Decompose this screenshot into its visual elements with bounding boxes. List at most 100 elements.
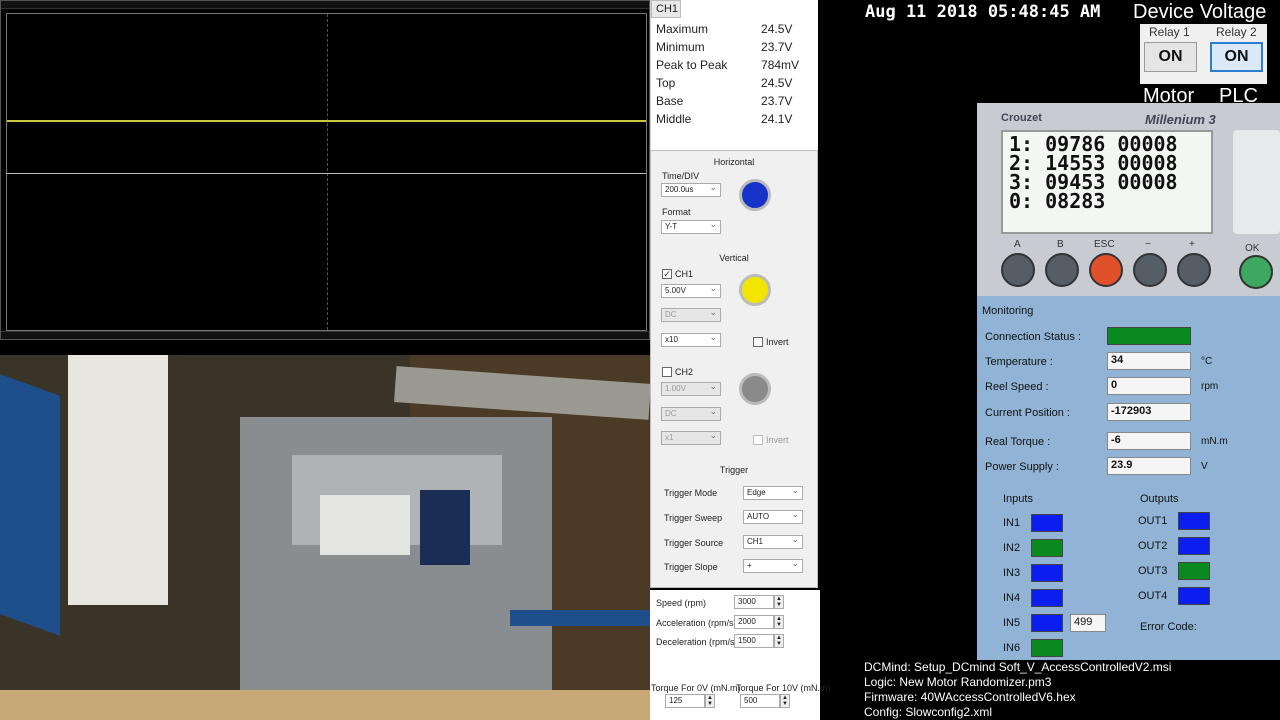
measurement-label: Maximum: [656, 22, 709, 36]
relay1-toggle-button[interactable]: ON: [1144, 42, 1197, 72]
measurement-row: Top 24.5V: [651, 74, 818, 92]
format-select[interactable]: Y-T: [661, 219, 721, 234]
input-label: IN3: [1003, 567, 1021, 579]
plc-brand: Crouzet: [1001, 112, 1042, 124]
measurement-label: Middle: [656, 112, 692, 126]
plc-btn-label-plus: +: [1189, 239, 1195, 250]
scope-control-panel: Horizontal Time/DIV 200.0us Format Y-T V…: [650, 150, 818, 588]
plc-button-a[interactable]: [1001, 253, 1035, 287]
info-logic: Logic: New Motor Randomizer.pm3: [864, 675, 1052, 689]
speed-spinner[interactable]: ▲ ▼: [774, 595, 784, 609]
measurement-label: Peak to Peak: [656, 58, 728, 72]
ch2-probe-select[interactable]: x1: [661, 430, 721, 445]
plc-button-minus[interactable]: [1133, 253, 1167, 287]
deceleration-label: Deceleration (rpm/s): [656, 637, 738, 647]
timediv-select[interactable]: 200.0us: [661, 182, 721, 197]
input-label: IN6: [1003, 642, 1021, 654]
measurement-value: 784mV: [761, 58, 800, 72]
lcd-line-4: 0: 08283: [1009, 189, 1106, 213]
ch2-knob[interactable]: [739, 373, 771, 405]
ch2-coupling-select[interactable]: DC: [661, 406, 721, 421]
ch1-knob[interactable]: [739, 274, 771, 306]
output-label: OUT2: [1138, 540, 1168, 552]
vertical-title: Vertical: [719, 253, 749, 263]
output-indicator: [1178, 512, 1210, 530]
measurements-channel: CH1: [651, 0, 681, 18]
reel-speed-label: Reel Speed :: [985, 381, 1049, 393]
plc-btn-label-ok: OK: [1245, 243, 1260, 254]
plc-btn-label-minus: −: [1145, 239, 1151, 250]
plc-btn-label-esc: ESC: [1094, 239, 1115, 250]
measurement-row: Maximum 24.5V: [651, 20, 818, 38]
ch1-label: CH1: [675, 269, 694, 279]
input-label: IN2: [1003, 542, 1021, 554]
position-value: -172903: [1107, 403, 1191, 421]
reel-speed-value: 0: [1107, 377, 1191, 395]
output-indicator: [1178, 537, 1210, 555]
trigger-source-label: Trigger Source: [664, 538, 724, 548]
input-indicator: [1031, 514, 1063, 532]
plc-button-b[interactable]: [1045, 253, 1079, 287]
torque10-spinner[interactable]: ▲ ▼: [780, 694, 790, 708]
scope-top-bar: [1, 1, 649, 9]
torque0-spinner[interactable]: ▲ ▼: [705, 694, 715, 708]
temperature-value: 34: [1107, 352, 1191, 370]
ch1-trace: [7, 120, 646, 122]
blue-rail-left: [0, 374, 60, 636]
temperature-label: Temperature :: [985, 356, 1053, 368]
torque0-input[interactable]: 125: [665, 694, 705, 708]
ch1-volt-select[interactable]: 5.00V: [661, 283, 721, 298]
camera-feed: [0, 355, 650, 720]
device-voltage-title: Device Voltage: [1133, 1, 1267, 23]
ch2-invert-checkbox[interactable]: [753, 435, 763, 445]
trigger-title: Trigger: [719, 465, 749, 475]
ch2-checkbox[interactable]: [662, 367, 672, 377]
measurement-label: Top: [656, 76, 676, 90]
acceleration-input[interactable]: 2000: [734, 615, 774, 629]
output-indicator: [1178, 587, 1210, 605]
plc-button-plus[interactable]: [1177, 253, 1211, 287]
trigger-slope-select[interactable]: +: [743, 558, 803, 573]
horizontal-knob[interactable]: [739, 179, 771, 211]
input-indicator: [1031, 614, 1063, 632]
plc-side-panel: [1233, 130, 1280, 234]
plc-button-ok[interactable]: [1239, 255, 1273, 289]
trigger-mode-label: Trigger Mode: [664, 488, 718, 498]
torque0-label: Torque For 0V (mN.m): [651, 683, 741, 693]
torque10-input[interactable]: 500: [740, 694, 780, 708]
plc-button-esc[interactable]: [1089, 253, 1123, 287]
screen: CH1 Maximum 24.5V Minimum 23.7V Peak to Peak…: [0, 0, 1280, 720]
ch1-coupling-select[interactable]: DC: [661, 307, 721, 322]
trigger-source-select[interactable]: CH1: [743, 534, 803, 549]
relay2-toggle-button[interactable]: ON: [1210, 42, 1263, 72]
position-label: Current Position :: [985, 407, 1070, 419]
deceleration-spinner[interactable]: ▲ ▼: [774, 634, 784, 648]
torque10-label: Torque For 10V (mN.m): [736, 683, 831, 693]
measurement-value: 24.5V: [761, 22, 793, 36]
output-indicator: [1178, 562, 1210, 580]
power-label: Power Supply :: [985, 461, 1059, 473]
output-label: OUT3: [1138, 565, 1168, 577]
info-firmware: Firmware: 40WAccessControlledV6.hex: [864, 690, 1076, 704]
trigger-sweep-select[interactable]: AUTO: [743, 509, 803, 524]
plc-module: [320, 495, 410, 555]
input-label: IN5: [1003, 617, 1021, 629]
acceleration-label: Acceleration (rpm/s): [656, 618, 737, 628]
ch2-volt-select[interactable]: 1.00V: [661, 381, 721, 396]
ch1-invert-checkbox[interactable]: [753, 337, 763, 347]
speed-input[interactable]: 3000: [734, 595, 774, 609]
timediv-label: Time/DIV: [662, 171, 700, 181]
oscilloscope-display: [0, 0, 650, 340]
measurement-value: 23.7V: [761, 40, 793, 54]
ch1-probe-select[interactable]: x10: [661, 332, 721, 347]
blue-rail-right: [510, 610, 650, 626]
deceleration-input[interactable]: 1500: [734, 634, 774, 648]
reel-speed-unit: rpm: [1201, 381, 1219, 392]
ch1-checkbox[interactable]: ✓: [662, 269, 672, 279]
trigger-mode-select[interactable]: Edge: [743, 485, 803, 500]
scope-center-vertical: [327, 14, 328, 330]
scope-grid: [6, 13, 647, 331]
relay2-label: Relay 2: [1216, 25, 1257, 39]
acceleration-spinner[interactable]: ▲ ▼: [774, 615, 784, 629]
output-label: OUT1: [1138, 515, 1168, 527]
